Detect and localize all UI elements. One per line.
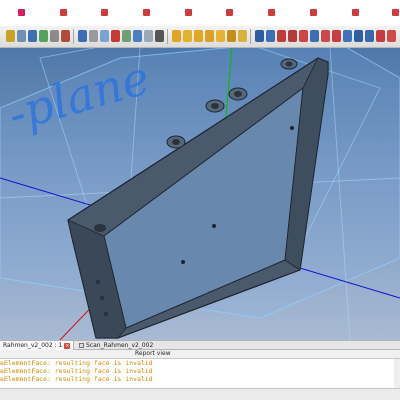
boss-hole [234, 91, 242, 97]
report-line: eElementFace: resulting face is invalid [0, 367, 153, 375]
toolbar-separator [73, 29, 74, 44]
front-icon[interactable] [111, 30, 120, 42]
feature [104, 312, 108, 316]
report-view[interactable]: eElementFace: resulting face is invalid … [0, 358, 400, 389]
main-toolbar [0, 26, 400, 48]
record-indicator-icon [143, 9, 150, 16]
feature [290, 126, 294, 130]
boss-hole [172, 139, 180, 145]
title-strip [0, 0, 400, 26]
revolve-icon[interactable] [266, 30, 275, 42]
record-indicator-icon [352, 9, 359, 16]
thickness-icon[interactable] [376, 30, 385, 42]
record-indicator-icon [185, 9, 192, 16]
tab-document[interactable]: Scan_Rahmen_v2_002 [76, 341, 156, 350]
corner-hole [94, 224, 106, 232]
extrude-icon[interactable] [255, 30, 264, 42]
tab-document-active[interactable]: Rahmen_v2_002 : 1 × [0, 341, 75, 350]
fit-icon[interactable] [89, 30, 98, 42]
shapes-icon[interactable] [238, 30, 247, 42]
cone-icon[interactable] [205, 30, 214, 42]
sketch-icon[interactable] [155, 30, 164, 42]
status-bar [0, 388, 400, 400]
boss-hole [285, 61, 293, 67]
box-icon[interactable] [172, 30, 181, 42]
document-icon [79, 343, 84, 348]
mirror-icon[interactable] [277, 30, 286, 42]
tab-label: Scan_Rahmen_v2_002 [86, 342, 154, 349]
rear-icon[interactable] [144, 30, 153, 42]
feature [96, 280, 100, 284]
report-line: eElementFace: resulting face is invalid [0, 359, 153, 367]
selection-icon[interactable] [50, 30, 59, 42]
measure-icon[interactable] [61, 30, 70, 42]
chamfer-icon[interactable] [299, 30, 308, 42]
document-icon[interactable] [17, 30, 26, 42]
sphere-icon[interactable] [194, 30, 203, 42]
section-icon[interactable] [365, 30, 374, 42]
feature [100, 296, 104, 300]
boss-hole [211, 103, 219, 109]
feature [181, 260, 185, 264]
close-icon[interactable]: × [64, 342, 71, 349]
view-icon[interactable] [39, 30, 48, 42]
report-line: eElementFace: resulting face is invalid [0, 375, 153, 383]
cut-icon[interactable] [332, 30, 341, 42]
intersection-icon[interactable] [354, 30, 363, 42]
right-icon[interactable] [133, 30, 142, 42]
boolean-icon[interactable] [321, 30, 330, 42]
fillet-icon[interactable] [288, 30, 297, 42]
document-tabbar: Rahmen_v2_002 : 1 × Scan_Rahmen_v2_002 [0, 340, 400, 350]
app-indicator-icon [18, 9, 25, 16]
axo-icon[interactable] [100, 30, 109, 42]
report-view-title: Report view [135, 350, 171, 357]
report-scrollbar[interactable] [394, 359, 400, 389]
torus-icon[interactable] [216, 30, 225, 42]
tab-label: Rahmen_v2_002 : 1 [3, 342, 63, 349]
3d-viewport[interactable]: -plane [0, 48, 400, 340]
cylinder-icon[interactable] [183, 30, 192, 42]
record-indicator-icon [101, 9, 108, 16]
face-icon[interactable] [310, 30, 319, 42]
record-indicator-icon [226, 9, 233, 16]
offset-icon[interactable] [387, 30, 396, 42]
top-icon[interactable] [122, 30, 131, 42]
part-icon[interactable] [78, 30, 87, 42]
macro-icon[interactable] [6, 30, 15, 42]
tube-icon[interactable] [227, 30, 236, 42]
toolbar-separator [250, 29, 251, 44]
report-view-header: Report view [0, 350, 400, 358]
record-indicator-icon [268, 9, 275, 16]
record-indicator-icon [60, 9, 67, 16]
record-indicator-icon [310, 9, 317, 16]
save-icon[interactable] [28, 30, 37, 42]
toolbar-separator [167, 29, 168, 44]
feature [212, 224, 216, 228]
union-icon[interactable] [343, 30, 352, 42]
record-indicator-icon [392, 9, 399, 16]
